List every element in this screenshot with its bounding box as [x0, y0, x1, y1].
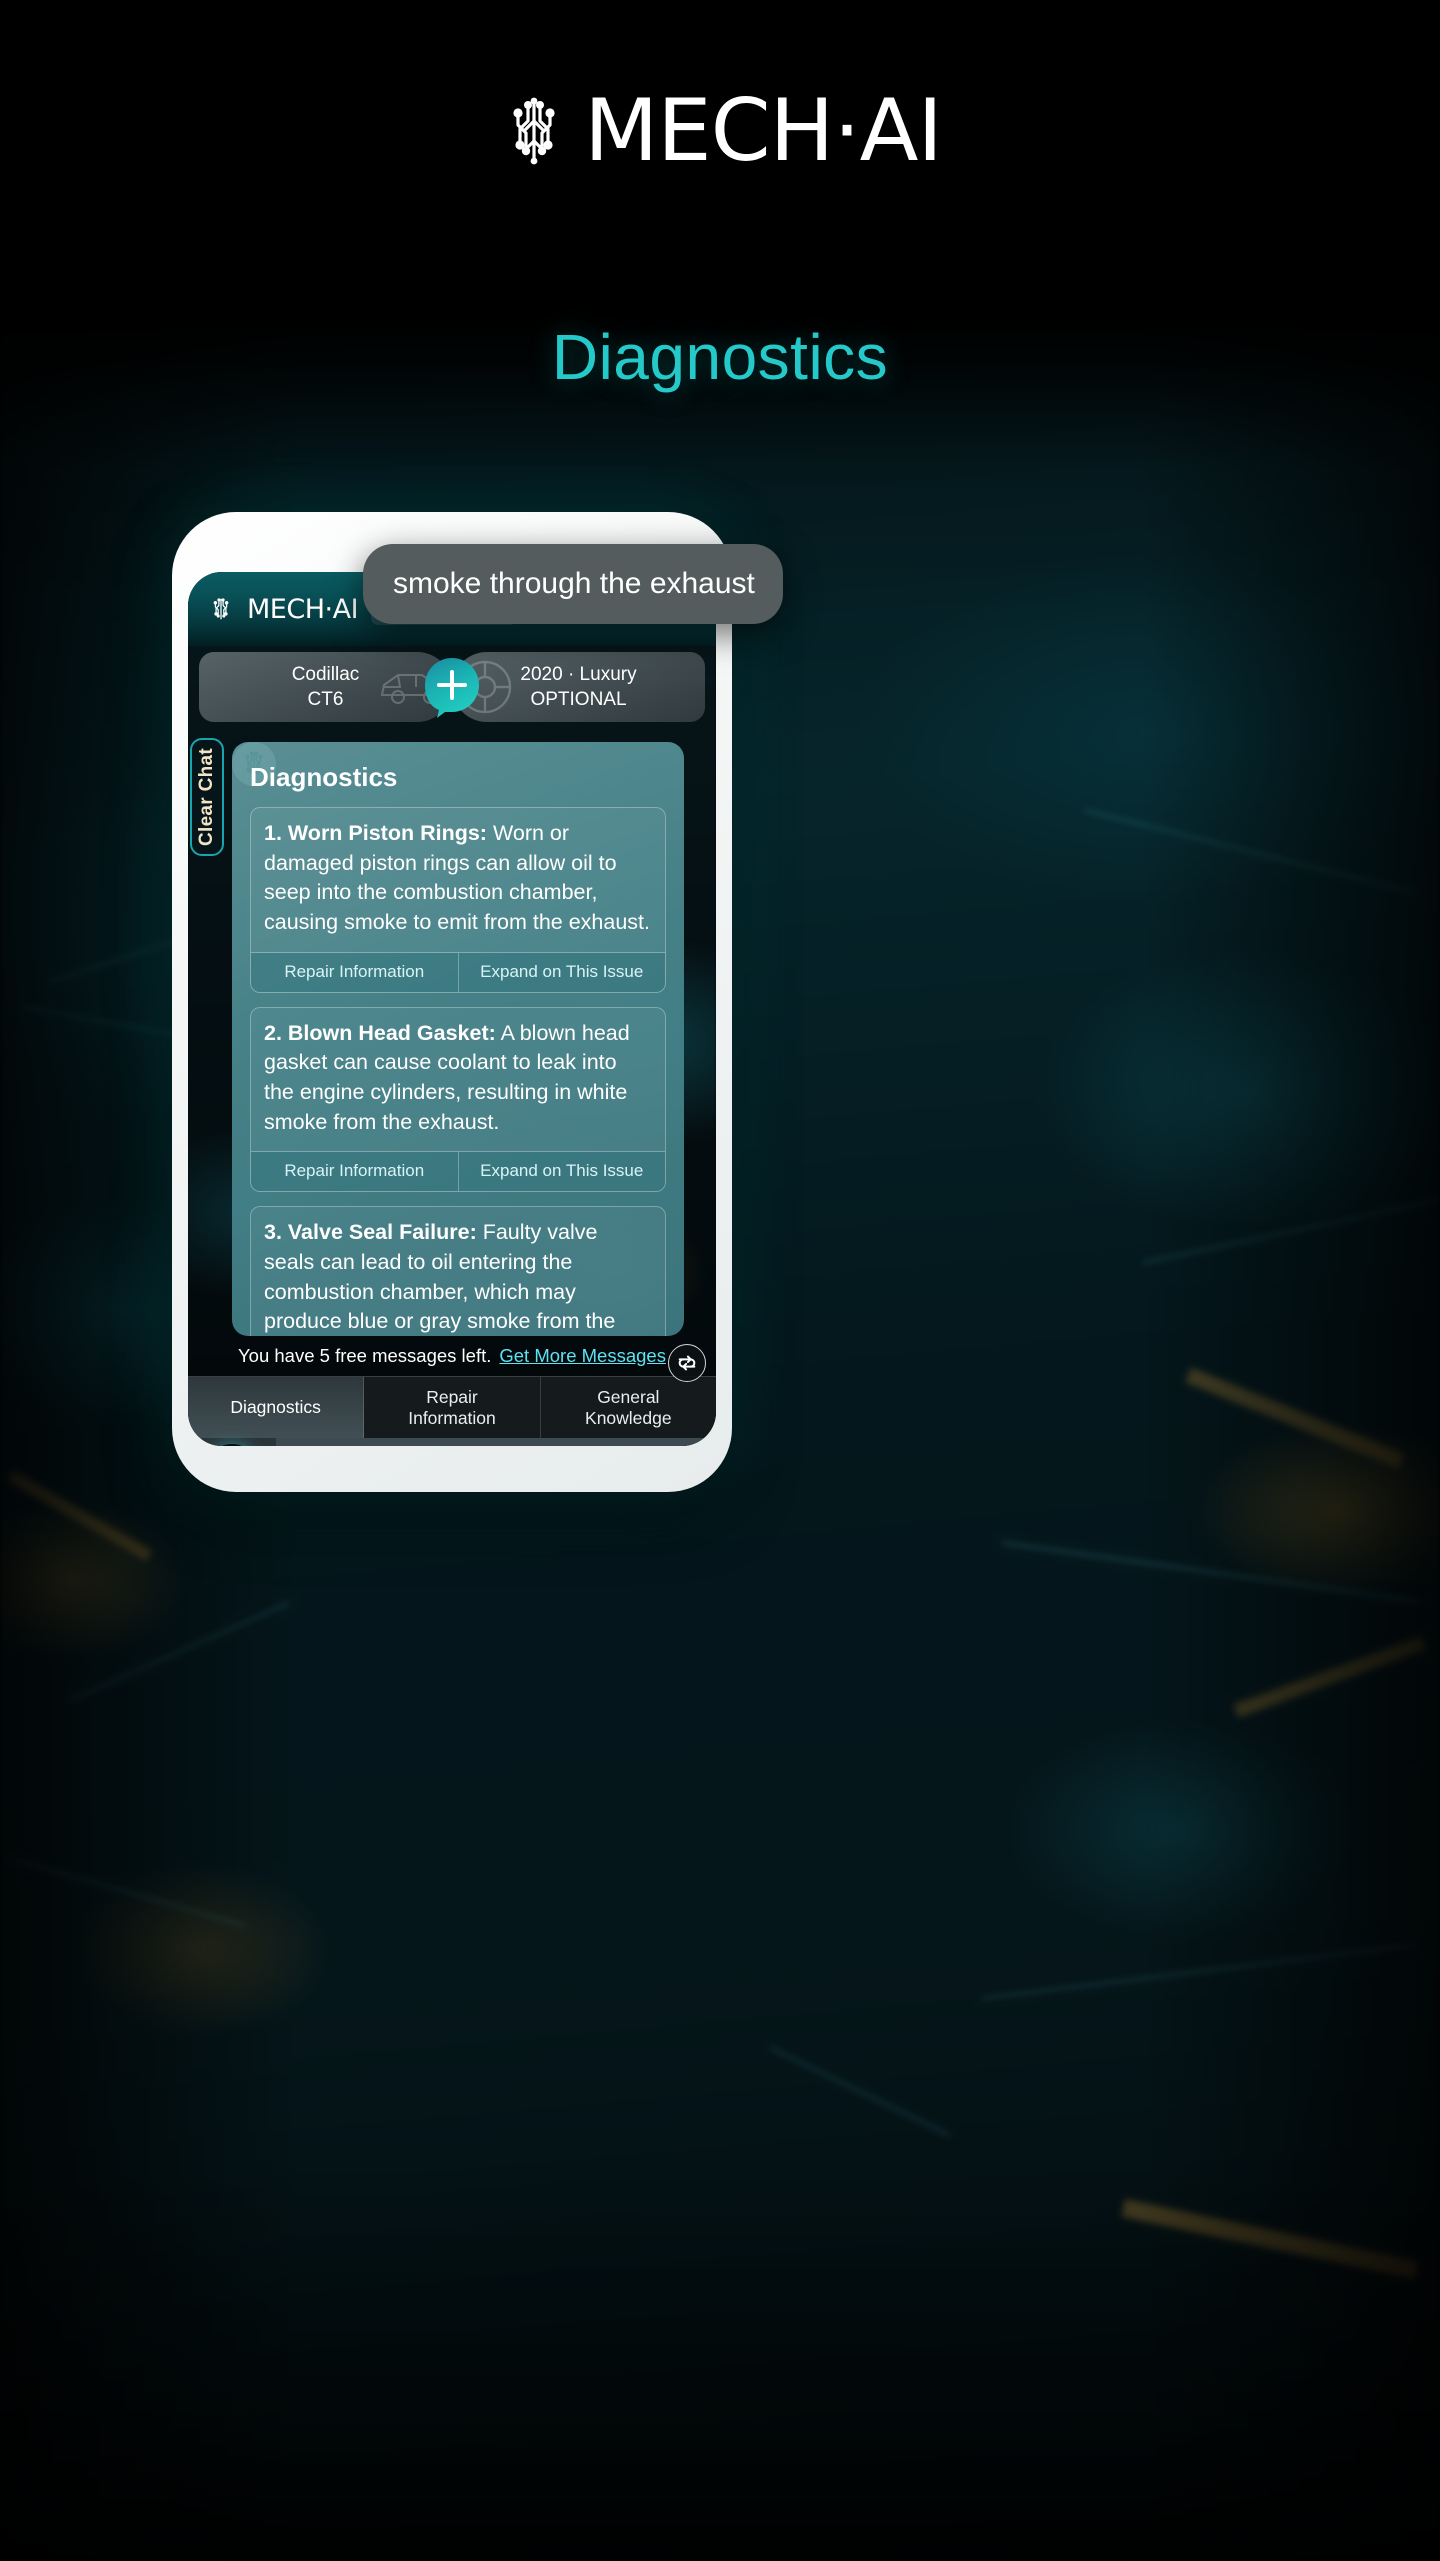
issue-heading: 1. Worn Piston Rings:	[264, 821, 487, 845]
message-composer: OBD Write To Send Message	[188, 1438, 716, 1446]
issue-card: 2. Blown Head Gasket: A blown head gaske…	[250, 1006, 666, 1193]
expand-issue-button[interactable]: Expand on This Issue	[457, 952, 665, 992]
refresh-icon[interactable]	[668, 1344, 706, 1382]
brand-name: MECH·AI	[584, 81, 943, 181]
issue-heading: 2. Blown Head Gasket:	[264, 1020, 496, 1045]
circuit-neural-icon	[513, 97, 555, 165]
issue-card: 3. Valve Seal Failure: Faulty valve seal…	[250, 1206, 666, 1336]
issue-text: 3. Valve Seal Failure: Faulty valve seal…	[251, 1207, 665, 1336]
tab-general-knowledge[interactable]: General Knowledge	[540, 1377, 716, 1438]
clear-chat-label: Clear Chat	[196, 747, 217, 847]
tab-bar: Diagnostics Repair Information General K…	[188, 1376, 716, 1438]
vehicle-year-trim: 2020 · Luxury	[520, 663, 637, 685]
tab-diagnostics[interactable]: Diagnostics	[188, 1377, 365, 1438]
issue-actions: Repair Information Expand on This Issue	[251, 951, 665, 992]
issue-text: 2. Blown Head Gasket: A blown head gaske…	[251, 1008, 665, 1152]
get-more-messages-link[interactable]: Get More Messages	[499, 1345, 666, 1367]
vehicle-make-model-card[interactable]: Codillac CT6	[199, 652, 452, 722]
clear-chat-button[interactable]: Clear Chat	[190, 738, 224, 856]
vehicle-year-trim-card[interactable]: 2020 · Luxury OPTIONAL	[452, 652, 705, 722]
plus-icon[interactable]	[421, 656, 483, 718]
issue-card: 1. Worn Piston Rings: Worn or damaged pi…	[250, 807, 666, 993]
app-screen: MECH·AI INTERMEDIATE Codillac CT6	[188, 572, 716, 1446]
chat-scroll-area[interactable]: Clear Chat Diagnostics 1. Worn Piston Ri…	[188, 728, 716, 1336]
expand-issue-button[interactable]: Expand on This Issue	[457, 1152, 665, 1192]
vehicle-optional-label: OPTIONAL	[530, 689, 627, 710]
phone-mockup: MECH·AI INTERMEDIATE Codillac CT6	[172, 512, 732, 1492]
obd-scan-button[interactable]: OBD	[188, 1438, 276, 1446]
quota-row: You have 5 free messages left. Get More …	[188, 1336, 716, 1376]
repair-information-button[interactable]: Repair Information	[251, 952, 458, 992]
user-message-bubble: smoke through the exhaust	[363, 544, 783, 624]
vehicle-make: Codillac	[291, 663, 360, 685]
vehicle-selector-row: Codillac CT6 2020 · Luxury OPTIONAL	[188, 646, 716, 728]
issue-actions: Repair Information Expand on This Issue	[251, 1151, 665, 1192]
reply-title: Diagnostics	[250, 762, 398, 792]
app-logo-text: MECH·AI	[247, 593, 359, 625]
vehicle-model: CT6	[307, 689, 344, 710]
quota-text: You have 5 free messages left.	[238, 1345, 492, 1366]
circuit-neural-icon	[213, 598, 229, 620]
issue-heading: 3. Valve Seal Failure:	[264, 1220, 477, 1245]
brand-header: MECH·AI	[0, 88, 1440, 174]
obd-check-engine-icon: OBD	[204, 1444, 260, 1446]
tab-repair-information[interactable]: Repair Information	[364, 1377, 541, 1438]
assistant-message-bubble: Diagnostics 1. Worn Piston Rings: Worn o…	[232, 742, 684, 1336]
repair-information-button[interactable]: Repair Information	[251, 1152, 458, 1192]
page-title: Diagnostics	[551, 321, 889, 393]
issue-text: 1. Worn Piston Rings: Worn or damaged pi…	[251, 808, 665, 952]
